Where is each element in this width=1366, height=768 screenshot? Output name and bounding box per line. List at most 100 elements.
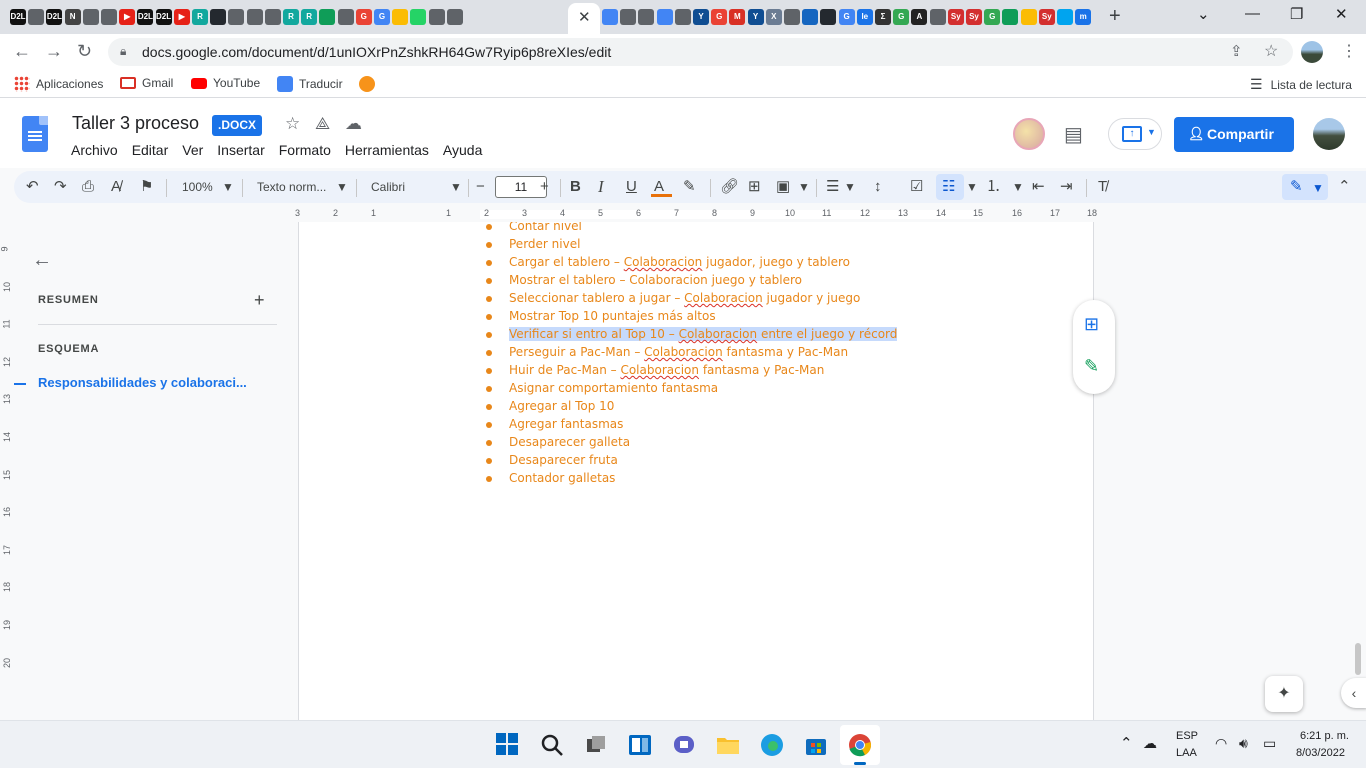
vertical-scrollbar[interactable] bbox=[1355, 643, 1361, 675]
show-hidden-icons-chevron-icon[interactable]: ⌃ bbox=[1120, 734, 1133, 752]
battery-icon[interactable]: ▭ bbox=[1263, 735, 1276, 752]
globe-favicon-icon[interactable] bbox=[337, 9, 354, 25]
shield-favicon-icon[interactable] bbox=[1002, 9, 1019, 25]
add-summary-icon[interactable]: + bbox=[254, 290, 265, 311]
globe-favicon-icon[interactable] bbox=[101, 9, 117, 25]
m-favicon-icon[interactable]: m bbox=[1075, 9, 1092, 25]
clear-formatting-icon[interactable]: T̸ bbox=[1098, 177, 1107, 197]
list-item[interactable]: Cargar el tablero – Colaboracion jugador… bbox=[485, 253, 897, 271]
widgets-icon[interactable] bbox=[628, 733, 652, 757]
horizontal-ruler[interactable]: 3 2 1 1 2 3 4 5 6 7 8 9 10 11 12 13 14 15 16 17 18 bbox=[0, 207, 1366, 220]
docs-favicon-icon[interactable] bbox=[602, 9, 618, 25]
clock-time[interactable]: 6:21 p. m. bbox=[1300, 730, 1349, 742]
editing-mode-select[interactable]: ✎ ▼ bbox=[1282, 174, 1328, 200]
undo-icon[interactable]: ↶ bbox=[26, 177, 39, 197]
menu-editar[interactable]: Editar bbox=[132, 142, 169, 158]
add-comment-icon[interactable]: ⊞ bbox=[748, 177, 761, 197]
le-favicon-icon[interactable]: le bbox=[856, 9, 873, 25]
list-item[interactable]: Mostrar Top 10 puntajes más altos bbox=[485, 307, 897, 325]
symbolab-favicon-icon[interactable]: Sy bbox=[947, 9, 964, 25]
globe-favicon-icon[interactable] bbox=[784, 9, 800, 25]
back-button[interactable]: ← bbox=[13, 41, 31, 62]
cube-favicon-icon[interactable] bbox=[802, 9, 819, 25]
globe-favicon-icon[interactable] bbox=[228, 9, 245, 25]
list-item[interactable]: Perseguir a Pac-Man – Colaboracion fanta… bbox=[485, 343, 897, 361]
research-favicon-icon[interactable]: R bbox=[283, 9, 299, 25]
google-favicon-icon[interactable]: G bbox=[838, 9, 855, 25]
menu-ver[interactable]: Ver bbox=[182, 142, 203, 158]
search-icon[interactable] bbox=[540, 733, 564, 757]
increase-font-size-icon[interactable]: + bbox=[540, 177, 549, 197]
list-item[interactable]: Agregar fantasmas bbox=[485, 415, 897, 433]
bulleted-list-icon[interactable]: ☷ bbox=[942, 177, 955, 197]
decrease-indent-icon[interactable]: ⇤ bbox=[1032, 177, 1045, 197]
research-favicon-icon[interactable]: R bbox=[192, 9, 208, 25]
browser-menu-icon[interactable]: ⋮ bbox=[1341, 41, 1357, 61]
list-item[interactable]: Contador galletas bbox=[485, 469, 897, 487]
notion-favicon-icon[interactable]: N bbox=[64, 9, 81, 25]
list-item[interactable]: Desaparecer fruta bbox=[485, 451, 897, 469]
chevron-down-icon[interactable]: ▼ bbox=[1012, 177, 1024, 197]
chevron-down-icon[interactable]: ▼ bbox=[450, 177, 462, 197]
sigma-favicon-icon[interactable]: Σ bbox=[875, 9, 891, 25]
youtube-favicon-icon[interactable]: ▶ bbox=[173, 9, 190, 25]
bullet-list[interactable]: Contar nivel Perder nivel Cargar el tabler… bbox=[485, 222, 898, 487]
list-item[interactable]: Huir de Pac-Man – Colaboracion fantasma … bbox=[485, 361, 897, 379]
globe-favicon-icon[interactable] bbox=[446, 9, 463, 25]
edge-browser-icon[interactable] bbox=[760, 733, 784, 757]
gmail-favicon-icon[interactable]: M bbox=[729, 9, 746, 25]
move-to-folder-icon[interactable]: ⟁ bbox=[315, 114, 330, 134]
clock-date[interactable]: 8/03/2022 bbox=[1296, 747, 1345, 759]
google-favicon-icon[interactable]: G bbox=[374, 9, 390, 25]
align-icon[interactable]: ☰ bbox=[826, 177, 839, 197]
symbolab-favicon-icon[interactable]: Sy bbox=[1038, 9, 1055, 25]
docs-logo-icon[interactable] bbox=[22, 116, 48, 152]
restore-button[interactable]: ❐ bbox=[1290, 5, 1303, 23]
insert-image-icon[interactable]: ▣ bbox=[776, 177, 790, 197]
windows-favicon-icon[interactable] bbox=[1057, 9, 1073, 25]
symbolab-favicon-icon[interactable]: Sy bbox=[966, 9, 982, 25]
list-item[interactable]: Desaparecer galleta bbox=[485, 433, 897, 451]
globe-favicon-icon[interactable] bbox=[929, 9, 946, 25]
list-item[interactable]: Asignar comportamiento fantasma bbox=[485, 379, 897, 397]
menu-formato[interactable]: Formato bbox=[279, 142, 331, 158]
d21-favicon-icon[interactable]: D2L bbox=[155, 9, 172, 25]
whatsapp-favicon-icon[interactable] bbox=[410, 9, 427, 25]
star-icon[interactable]: ☆ bbox=[285, 114, 300, 134]
github-favicon-icon[interactable] bbox=[820, 9, 837, 25]
insert-link-icon[interactable]: 🔗︎ bbox=[720, 177, 739, 197]
file-explorer-icon[interactable] bbox=[716, 733, 740, 757]
menu-ayuda[interactable]: Ayuda bbox=[443, 142, 482, 158]
bookmark-bitcoin[interactable] bbox=[359, 76, 375, 92]
reading-list-button[interactable]: ☰ Lista de lectura bbox=[1250, 76, 1352, 93]
outline-heading-item[interactable]: Responsabilidades y colaboraci... bbox=[38, 375, 247, 390]
paragraph-style-select[interactable]: Texto norm... bbox=[257, 177, 326, 197]
add-comment-icon[interactable]: ⊞ bbox=[1084, 314, 1099, 335]
globe-favicon-icon[interactable] bbox=[428, 9, 445, 25]
minimize-button[interactable]: — bbox=[1245, 5, 1260, 22]
bookmark-gmail[interactable]: Gmail bbox=[120, 76, 173, 90]
document-page[interactable]: Contar nivel Perder nivel Cargar el tabler… bbox=[298, 222, 1094, 722]
lock-icon[interactable]: 🔒︎ bbox=[120, 44, 126, 59]
sheets-favicon-icon[interactable] bbox=[319, 9, 336, 25]
list-item[interactable]: Agregar al Top 10 bbox=[485, 397, 897, 415]
onedrive-cloud-icon[interactable]: ☁ bbox=[1143, 735, 1157, 752]
bookmark-star-icon[interactable]: ☆ bbox=[1264, 41, 1278, 61]
comments-icon[interactable]: ▤ bbox=[1064, 122, 1083, 147]
teams-chat-icon[interactable] bbox=[672, 733, 696, 757]
list-item[interactable]: Mostrar el tablero – Colaboracion juego … bbox=[485, 271, 897, 289]
decrease-font-size-icon[interactable]: − bbox=[476, 177, 485, 197]
chevron-down-icon[interactable]: ▼ bbox=[966, 177, 978, 197]
address-bar[interactable]: 🔒︎ docs.google.com/document/d/1unIOXrPnZ… bbox=[108, 38, 1293, 66]
globe-favicon-icon[interactable] bbox=[674, 9, 691, 25]
collapse-menus-icon[interactable]: ⌃ bbox=[1338, 177, 1351, 197]
d21-favicon-icon[interactable]: D2L bbox=[46, 9, 63, 25]
research-favicon-icon[interactable]: R bbox=[301, 9, 318, 25]
microsoft-store-icon[interactable] bbox=[804, 733, 828, 757]
bookmark-youtube[interactable]: YouTube bbox=[191, 76, 260, 90]
chevron-down-icon[interactable]: ▼ bbox=[844, 177, 856, 197]
tab-search-chevron-icon[interactable]: ⌄ bbox=[1197, 5, 1210, 23]
youtube-favicon-icon[interactable]: ▶ bbox=[119, 9, 136, 25]
present-meeting-button[interactable]: ↑ ▼ bbox=[1108, 118, 1162, 150]
new-tab-button[interactable]: + bbox=[1109, 5, 1121, 28]
